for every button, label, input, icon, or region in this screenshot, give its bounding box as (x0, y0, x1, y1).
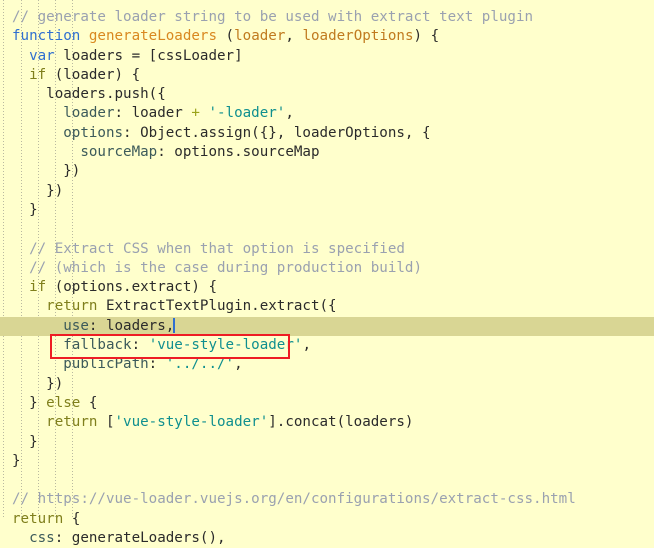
token-id: : Object.assign({}, loaderOptions, { (123, 124, 431, 141)
token-prm: loader (234, 28, 286, 45)
token-prop: sourceMap (12, 144, 158, 161)
code-line[interactable]: if (loader) { (0, 66, 654, 85)
code-line[interactable]: css: generateLoaders(), (0, 529, 654, 548)
code-line[interactable]: publicPath: '../../', (0, 355, 654, 374)
token-prop: fallback (12, 337, 132, 354)
code-line[interactable]: } (0, 452, 654, 471)
code-editor[interactable]: // generate loader string to be used wit… (0, 0, 654, 546)
token-id: } (12, 394, 47, 411)
token-cmt: // Extract CSS when that option is speci… (12, 240, 405, 257)
token-id: }) (12, 182, 64, 199)
token-id: ( (217, 28, 235, 45)
token-id: , (285, 105, 294, 122)
token-str: '../../' (165, 356, 235, 373)
token-id: loaders.push({ (12, 86, 166, 103)
token-id: : (148, 356, 166, 373)
token-id: } (12, 433, 38, 450)
text-caret (173, 317, 175, 333)
token-id: } (12, 452, 21, 469)
token-prop: loader (12, 105, 115, 122)
token-kw: var (29, 47, 55, 64)
code-line[interactable]: function generateLoaders (loader, loader… (0, 27, 654, 46)
code-line[interactable]: } (0, 433, 654, 452)
token-cmt: // (which is the case during production … (12, 259, 422, 276)
code-line[interactable]: return ExtractTextPlugin.extract({ (0, 297, 654, 316)
code-line[interactable]: loaders.push({ (0, 85, 654, 104)
token-id: }) (12, 375, 64, 392)
token-kw2: else (46, 394, 81, 411)
code-line[interactable]: }) (0, 162, 654, 181)
token-id: loaders = [cssLoader] (54, 47, 243, 64)
token-str: 'vue-style-loader' (114, 414, 269, 431)
token-kw2: return (46, 298, 98, 315)
code-line[interactable]: } (0, 201, 654, 220)
token-id (12, 298, 46, 314)
code-line[interactable]: options: Object.assign({}, loaderOptions… (0, 124, 654, 143)
code-line[interactable]: return ['vue-style-loader'].concat(loade… (0, 413, 654, 432)
token-id: [ (97, 414, 115, 431)
token-id (80, 28, 89, 44)
code-line[interactable] (0, 471, 654, 490)
code-line[interactable]: }) (0, 182, 654, 201)
token-kw: function (12, 28, 81, 45)
token-id (12, 279, 29, 295)
token-id: ExtractTextPlugin.extract({ (97, 298, 337, 315)
token-op: + (191, 105, 200, 122)
code-line[interactable]: }) (0, 375, 654, 394)
code-line[interactable]: } else { (0, 394, 654, 413)
token-id: : loader (114, 105, 192, 122)
token-kw2: if (29, 66, 47, 83)
code-line[interactable]: if (options.extract) { (0, 278, 654, 297)
code-line[interactable] (0, 220, 654, 239)
token-id: (loader) { (46, 66, 141, 83)
code-content[interactable]: // generate loader string to be used wit… (0, 0, 654, 548)
code-line[interactable]: loader: loader + '-loader', (0, 104, 654, 123)
code-line[interactable]: // generate loader string to be used wit… (0, 8, 654, 27)
code-line[interactable]: fallback: 'vue-style-loader', (0, 336, 654, 355)
token-id: (options.extract) { (46, 279, 218, 296)
token-id: ].concat(loaders) (268, 414, 414, 431)
token-prm: loaderOptions (302, 28, 414, 45)
token-id: , (302, 337, 311, 354)
code-line[interactable]: sourceMap: options.sourceMap (0, 143, 654, 162)
code-line[interactable]: // (which is the case during production … (0, 259, 654, 278)
code-line[interactable]: var loaders = [cssLoader] (0, 47, 654, 66)
token-fn: generateLoaders (88, 28, 218, 45)
code-line[interactable]: // https://vue-loader.vuejs.org/en/confi… (0, 490, 654, 509)
token-cmt: // https://vue-loader.vuejs.org/en/confi… (12, 491, 576, 508)
token-str: '-loader' (208, 105, 286, 122)
token-id: } (12, 201, 38, 218)
token-prop: css (12, 530, 55, 547)
token-id: ) { (413, 28, 440, 45)
token-prop: publicPath (12, 356, 149, 373)
token-id: , (234, 356, 243, 373)
code-line[interactable]: // Extract CSS when that option is speci… (0, 240, 654, 259)
token-kw2: return (46, 414, 98, 431)
token-prop: use (12, 317, 89, 334)
token-id: : (131, 337, 149, 354)
token-id: , (285, 28, 303, 45)
token-kw2: if (29, 279, 47, 296)
token-id: : options.sourceMap (157, 144, 320, 161)
token-prop: options (12, 124, 124, 141)
token-id (12, 67, 29, 83)
token-id: : generateLoaders(), (54, 530, 226, 547)
token-id: }) (12, 163, 81, 180)
token-str: 'vue-style-loader' (148, 337, 303, 354)
code-line-current[interactable]: use: loaders, (0, 316, 654, 337)
token-cmt: // generate loader string to be used wit… (12, 9, 534, 25)
token-id (12, 414, 46, 430)
token-id: { (80, 394, 98, 411)
token-id (12, 48, 29, 64)
code-line[interactable]: return { (0, 510, 654, 529)
token-id: : loaders, (88, 317, 175, 334)
